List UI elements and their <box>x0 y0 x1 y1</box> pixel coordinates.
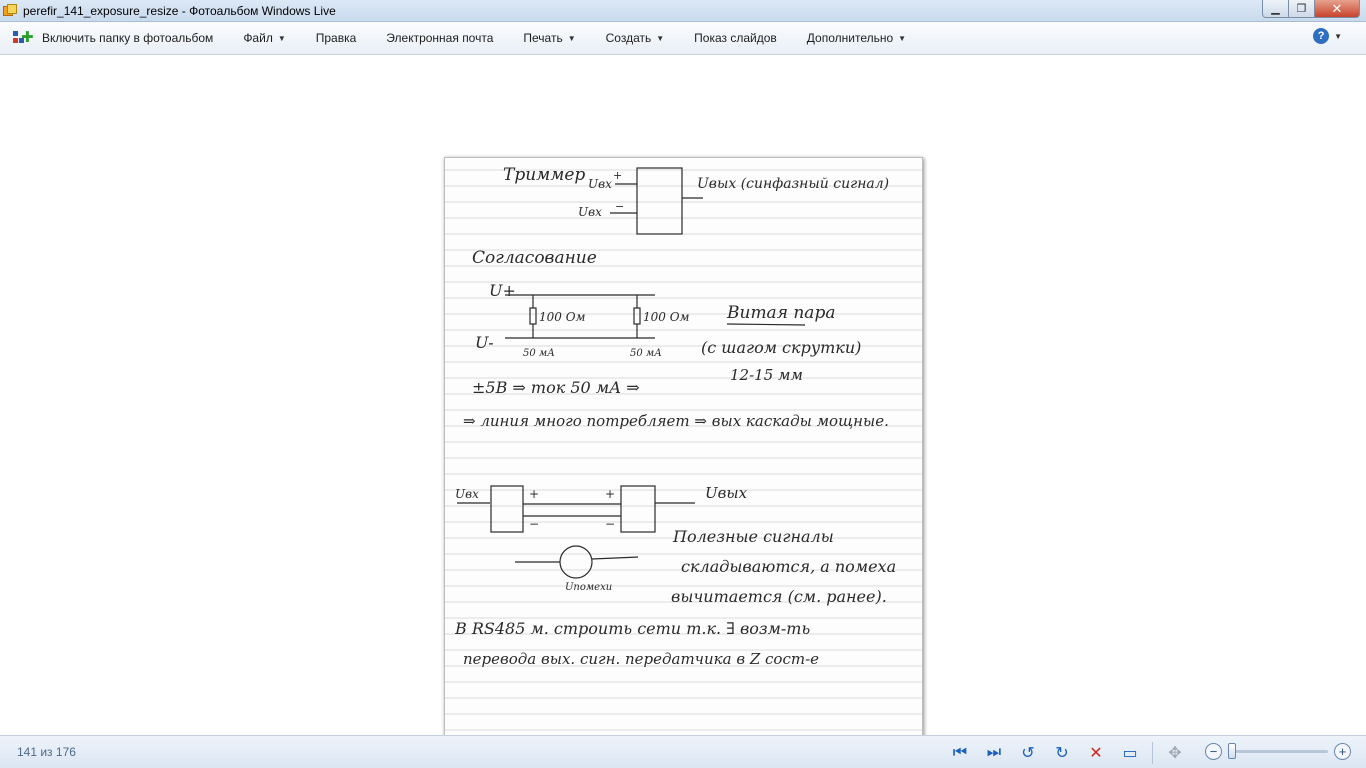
zoom-slider[interactable] <box>1228 743 1328 759</box>
menu-print-label: Печать <box>523 31 563 45</box>
rotate-right-icon[interactable]: ↻ <box>1052 743 1072 763</box>
note-sub3: вычитается (см. ранее). <box>671 587 887 606</box>
note-plus-sign: + <box>613 169 622 182</box>
note-minus-b: − <box>605 517 615 531</box>
note-title: Триммер <box>503 165 585 185</box>
slideshow-icon[interactable]: ▭ <box>1120 743 1140 763</box>
zoom-in-icon[interactable]: + <box>1334 743 1351 760</box>
include-folder-label: Включить папку в фотоальбом <box>42 31 214 45</box>
help-button[interactable]: ? ▼ <box>1313 28 1342 44</box>
menu-extra[interactable]: Дополнительно ▼ <box>792 24 921 52</box>
navigation-controls: ⏮ ⏭ ↺ ↻ ✕ ▭ ✥ <box>950 742 1199 764</box>
note-uout: Uвых (синфазный сигнал) <box>697 176 889 192</box>
photo-counter: 141 из 176 <box>17 745 76 759</box>
note-uvyx2: Uвых <box>705 484 748 502</box>
note-uin-minus: Uвх <box>578 205 602 219</box>
chevron-down-icon: ▼ <box>567 33 576 43</box>
next-icon[interactable]: ⏭ <box>984 743 1004 763</box>
menu-create[interactable]: Создать ▼ <box>591 24 680 52</box>
photo-viewer: Триммер Uвх + Uвх − Uвых (синфазный сигн… <box>0 56 1366 742</box>
menu-extra-label: Дополнительно <box>806 31 894 45</box>
note-5v: ±5В ⇒ ток 50 мА ⇒ <box>472 378 640 397</box>
menu-file[interactable]: Файл ▼ <box>228 24 300 52</box>
note-twisted3: 12-15 мм <box>730 366 803 384</box>
help-icon: ? <box>1313 28 1330 44</box>
add-folder-icon: ✚ <box>13 30 34 46</box>
note-plus-a: + <box>529 487 539 501</box>
note-plus-b: + <box>605 487 615 501</box>
close-button[interactable]: ✕ <box>1315 0 1360 18</box>
menu-create-label: Создать <box>605 31 652 45</box>
note-vplus: U+ <box>489 281 516 300</box>
note-sub1: Полезные сигналы <box>672 527 834 546</box>
menu-edit[interactable]: Правка <box>301 24 372 52</box>
window-title: perefir_141_exposure_resize - Фотоальбом… <box>23 3 336 18</box>
window-controls: ▁ ❐ ✕ <box>1262 0 1360 18</box>
include-folder-button[interactable]: ✚ Включить папку в фотоальбом <box>0 24 228 52</box>
chevron-down-icon: ▼ <box>898 33 907 43</box>
status-bar: 141 из 176 ⏮ ⏭ ↺ ↻ ✕ ▭ ✥ − + <box>0 735 1366 768</box>
handwriting: Триммер Uвх + Uвх − Uвых (синфазный сигн… <box>454 165 896 668</box>
note-rs1: В RS485 м. строить сети т.к. ∃ возм-ть <box>454 619 810 638</box>
menu-email-label: Электронная почта <box>386 31 494 45</box>
zoom-out-icon[interactable]: − <box>1205 743 1222 760</box>
note-noise: Uпомехи <box>565 582 612 593</box>
zoom-slider-thumb[interactable] <box>1228 743 1236 759</box>
menu-print[interactable]: Печать ▼ <box>508 24 590 52</box>
note-rs2: перевода вых. сигн. передатчика в Z сост… <box>463 650 819 668</box>
note-minus-a: − <box>529 517 539 531</box>
note-twisted: Витая пара <box>726 303 835 323</box>
minimize-button[interactable]: ▁ <box>1262 0 1289 18</box>
note-i2: 50 мА <box>630 348 662 359</box>
menu-file-label: Файл <box>243 31 273 45</box>
note-uvx2: Uвх <box>455 487 479 501</box>
actual-size-icon[interactable]: ✥ <box>1165 743 1185 763</box>
handwritten-notes-photo: Триммер Uвх + Uвх − Uвых (синфазный сигн… <box>444 157 923 742</box>
menu-edit-label: Правка <box>315 31 357 45</box>
chevron-down-icon: ▼ <box>277 33 286 43</box>
rotate-left-icon[interactable]: ↺ <box>1018 743 1038 763</box>
note-uin-plus: Uвх <box>588 177 612 191</box>
restore-button[interactable]: ❐ <box>1289 0 1315 18</box>
title-bar: perefir_141_exposure_resize - Фотоальбом… <box>0 0 1366 22</box>
note-r1: 100 Ом <box>539 310 586 324</box>
menu-slideshow-label: Показ слайдов <box>694 31 777 45</box>
note-vminus: U- <box>475 333 494 352</box>
note-sub2: складываются, а помеха <box>681 557 896 576</box>
note-i1: 50 мА <box>523 348 555 359</box>
note-r2: 100 Ом <box>643 310 690 324</box>
note-heading: Согласование <box>472 248 597 268</box>
separator <box>1152 742 1153 764</box>
photo-gallery-app-icon[interactable] <box>3 3 17 18</box>
note-power: ⇒ линия много потребляет ⇒ вых каскады м… <box>463 412 889 430</box>
chevron-down-icon: ▼ <box>656 33 665 43</box>
menu-bar: ✚ Включить папку в фотоальбом Файл ▼ Прав… <box>0 22 1366 55</box>
menu-slideshow[interactable]: Показ слайдов <box>679 24 792 52</box>
note-twisted2: (с шагом скрутки) <box>701 338 861 357</box>
delete-icon[interactable]: ✕ <box>1086 743 1106 763</box>
zoom-control: − + <box>1205 743 1351 760</box>
chevron-down-icon: ▼ <box>1334 31 1342 41</box>
previous-icon[interactable]: ⏮ <box>950 743 970 763</box>
note-minus-sign: − <box>615 200 624 213</box>
menu-email[interactable]: Электронная почта <box>371 24 508 52</box>
